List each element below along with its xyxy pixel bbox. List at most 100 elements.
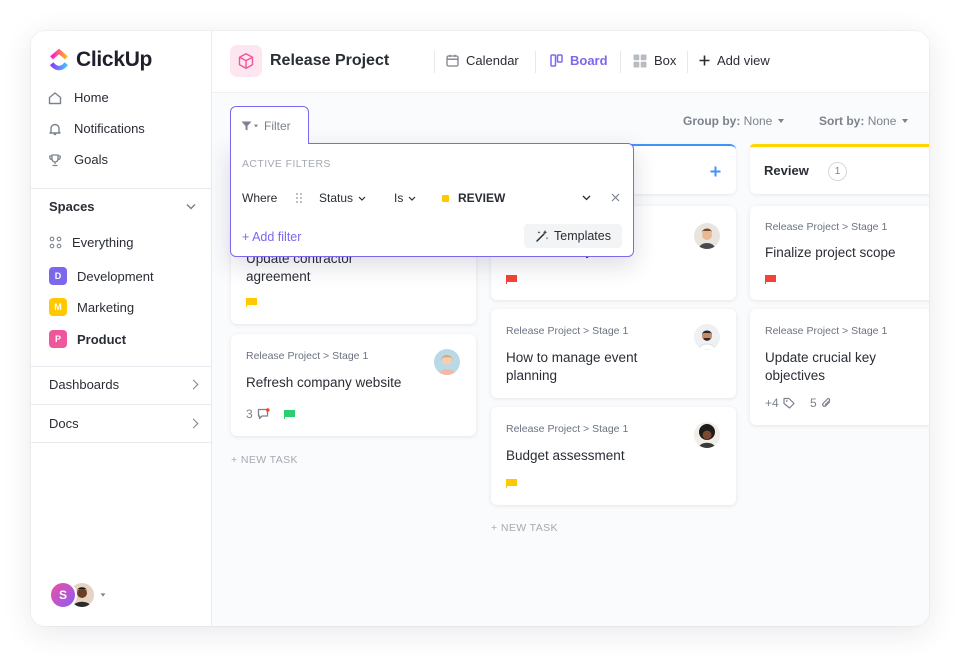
user-menu[interactable]: S bbox=[49, 581, 106, 609]
sidebar-item-label: Notifications bbox=[74, 121, 145, 136]
sidebar-item-label: Goals bbox=[74, 152, 108, 167]
status-color-swatch bbox=[442, 194, 449, 202]
chevron-down-icon bbox=[408, 196, 416, 201]
close-icon[interactable] bbox=[611, 193, 620, 202]
filter-button[interactable]: Filter bbox=[230, 106, 309, 144]
sidebar-item-label: Product bbox=[77, 331, 127, 347]
calendar-icon bbox=[446, 54, 459, 67]
flag-icon[interactable] bbox=[765, 275, 776, 284]
cube-icon bbox=[238, 53, 254, 69]
chevron-down-icon[interactable] bbox=[186, 203, 196, 210]
new-task-button[interactable]: + NEW TASK bbox=[231, 454, 298, 466]
sidebar-item-goals[interactable]: Goals bbox=[48, 152, 108, 167]
chevron-down-icon[interactable] bbox=[582, 195, 591, 201]
sidebar-item-docs[interactable]: Docs bbox=[49, 416, 79, 431]
new-task-button[interactable]: + NEW TASK bbox=[491, 522, 558, 534]
sidebar-item-notifications[interactable]: Notifications bbox=[48, 121, 145, 136]
assignee-avatar[interactable] bbox=[694, 223, 720, 249]
home-icon bbox=[48, 91, 62, 104]
task-breadcrumb: Release Project > Stage 1 bbox=[246, 350, 369, 362]
sidebar-item-everything[interactable]: Everything bbox=[49, 235, 133, 250]
attachment-count[interactable]: 5 bbox=[810, 396, 832, 410]
task-card[interactable]: Release Project > Stage 1 Update crucial… bbox=[750, 309, 929, 425]
comment-count[interactable]: 3 bbox=[246, 407, 270, 421]
group-by-value: None bbox=[743, 114, 773, 128]
flag-icon[interactable] bbox=[506, 275, 517, 284]
tab-label: Box bbox=[654, 53, 677, 68]
sidebar-item-product[interactable]: P Product bbox=[49, 330, 126, 348]
assignee-avatar[interactable] bbox=[694, 422, 720, 448]
task-card[interactable]: Release Project > Stage 1 Finalize proje… bbox=[750, 206, 929, 300]
divider bbox=[620, 51, 621, 73]
templates-button[interactable]: Templates bbox=[524, 224, 622, 248]
sidebar-item-development[interactable]: D Development bbox=[49, 267, 154, 285]
sidebar-item-dashboards[interactable]: Dashboards bbox=[49, 377, 119, 392]
plus-icon bbox=[699, 55, 710, 66]
flag-icon[interactable] bbox=[506, 479, 517, 488]
divider bbox=[535, 51, 536, 73]
caret-down-icon bbox=[100, 593, 106, 597]
space-avatar: P bbox=[49, 330, 67, 348]
templates-label: Templates bbox=[554, 229, 611, 243]
grid-dots-icon bbox=[49, 236, 62, 249]
spaces-heading[interactable]: Spaces bbox=[49, 199, 95, 214]
bell-icon bbox=[49, 123, 61, 135]
divider bbox=[31, 188, 212, 189]
space-avatar: M bbox=[49, 298, 67, 316]
board-icon bbox=[550, 54, 563, 67]
task-card[interactable]: Release Project > Stage 1 How to manage … bbox=[491, 309, 736, 398]
caret-down-icon bbox=[902, 119, 909, 123]
sort-by-dropdown[interactable]: Sort by: None bbox=[819, 114, 909, 128]
tab-calendar[interactable]: Calendar bbox=[446, 53, 519, 68]
add-filter-button[interactable]: + Add filter bbox=[242, 230, 301, 244]
sidebar-item-home[interactable]: Home bbox=[48, 90, 109, 105]
sidebar-item-label: Home bbox=[74, 90, 109, 105]
drag-handle-icon[interactable] bbox=[295, 192, 303, 204]
page-title: Release Project bbox=[270, 52, 390, 69]
task-breadcrumb: Release Project > Stage 1 bbox=[506, 325, 629, 337]
tag-count[interactable]: +4 bbox=[765, 396, 795, 410]
task-card[interactable]: Release Project > Stage 1 Refresh compan… bbox=[231, 334, 476, 436]
tab-label: Board bbox=[570, 53, 608, 68]
magic-wand-icon bbox=[536, 230, 549, 242]
topbar: Release Project Calendar Board Box Add v… bbox=[212, 31, 929, 93]
tab-label: Add view bbox=[717, 53, 770, 68]
clickup-logo[interactable]: ClickUp bbox=[48, 48, 152, 72]
assignee-avatar[interactable] bbox=[694, 324, 720, 350]
task-card[interactable]: Release Project > Stage 1 Budget assessm… bbox=[491, 407, 736, 505]
flag-icon[interactable] bbox=[246, 298, 257, 307]
app-name: ClickUp bbox=[76, 48, 153, 71]
sidebar-item-marketing[interactable]: M Marketing bbox=[49, 298, 134, 316]
task-breadcrumb: Release Project > Stage 1 bbox=[765, 325, 888, 337]
main-area: Release Project Calendar Board Box Add v… bbox=[212, 31, 929, 626]
space-avatar: D bbox=[49, 267, 67, 285]
project-icon bbox=[230, 45, 262, 77]
divider bbox=[31, 404, 212, 405]
chevron-right-icon[interactable] bbox=[188, 379, 199, 390]
group-by-dropdown[interactable]: Group by: None bbox=[683, 114, 785, 128]
chevron-right-icon[interactable] bbox=[188, 418, 199, 429]
tab-board[interactable]: Board bbox=[550, 53, 608, 68]
task-title: Refresh company website bbox=[246, 375, 402, 390]
tag-icon bbox=[783, 397, 795, 409]
divider bbox=[687, 51, 688, 73]
filter-operator-select[interactable]: Is bbox=[394, 191, 416, 205]
divider bbox=[434, 51, 435, 73]
flag-icon[interactable] bbox=[284, 410, 295, 419]
app-window: ClickUp Home Notifications Goals Spaces … bbox=[31, 31, 929, 626]
column-title: Review bbox=[764, 163, 809, 178]
comment-count-value: 3 bbox=[246, 407, 253, 421]
filter-icon bbox=[241, 121, 252, 130]
tag-count-value: +4 bbox=[765, 396, 779, 410]
task-title: Finalize project scope bbox=[765, 245, 896, 260]
tab-box[interactable]: Box bbox=[633, 53, 676, 68]
divider bbox=[31, 366, 212, 367]
divider bbox=[31, 442, 212, 443]
filter-field-select[interactable]: Status bbox=[319, 191, 366, 205]
paperclip-icon bbox=[821, 398, 830, 407]
plus-icon[interactable] bbox=[710, 166, 721, 177]
filter-value-select[interactable]: REVIEW bbox=[442, 191, 505, 205]
add-view-button[interactable]: Add view bbox=[699, 53, 770, 68]
sidebar-item-label: Development bbox=[77, 268, 154, 284]
assignee-avatar[interactable] bbox=[434, 349, 460, 375]
